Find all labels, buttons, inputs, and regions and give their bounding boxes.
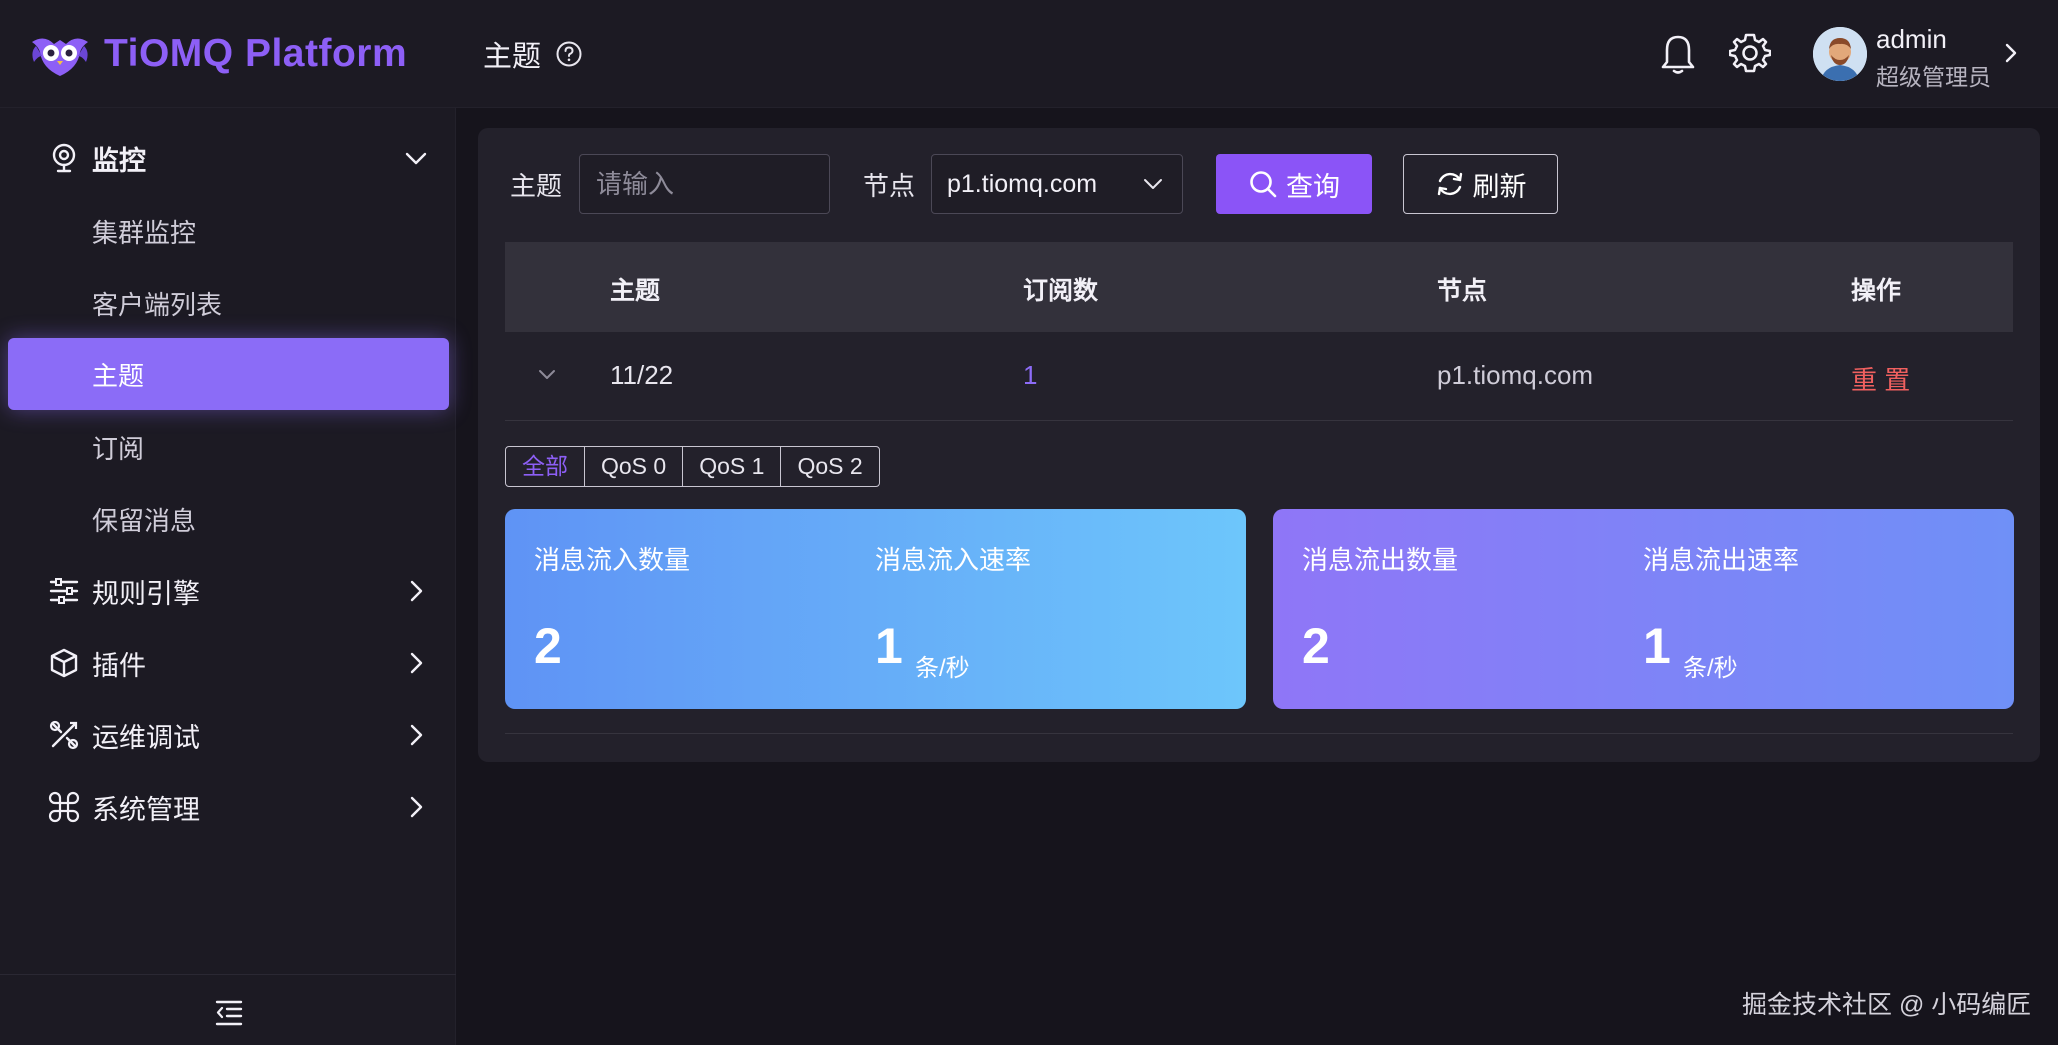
chevron-right-icon: [410, 724, 423, 746]
outbound-count-value: 2: [1302, 618, 1330, 674]
column-header-subscriptions: 订阅数: [1023, 277, 1099, 305]
user-role: 超级管理员: [1876, 64, 1991, 90]
reset-action-link[interactable]: 重 置: [1851, 360, 1910, 397]
panel-divider: [505, 733, 2013, 734]
sidebar-item-subscriptions[interactable]: 订阅: [8, 411, 449, 483]
command-icon: [48, 791, 80, 823]
sidebar-group-label: 插件: [92, 650, 146, 681]
outbound-rate-unit: 条/秒: [1683, 655, 1738, 682]
outbound-count-label: 消息流出数量: [1302, 545, 1459, 575]
qos-tab-2[interactable]: QoS 2: [781, 447, 878, 486]
cell-topic: 11/22: [610, 360, 674, 390]
sidebar-item-label: 订阅: [92, 433, 145, 464]
qos-tab-0[interactable]: QoS 0: [585, 447, 684, 486]
watermark: 掘金技术社区 @ 小码编匠: [1742, 991, 2032, 1019]
monitor-camera-icon: [52, 143, 76, 173]
inbound-rate-unit: 条/秒: [915, 655, 970, 682]
table-row: 11/22 1 p1.tiomq.com 重 置: [505, 332, 2013, 421]
bell-icon[interactable]: [1658, 33, 1698, 75]
chevron-down-icon: [405, 152, 427, 165]
inbound-rate-value: 1: [875, 618, 903, 674]
inbound-count-value: 2: [534, 618, 562, 674]
node-select[interactable]: p1.tiomq.com: [931, 154, 1183, 214]
query-button[interactable]: 查询: [1216, 154, 1372, 214]
topic-filter-label: 主题: [510, 171, 563, 201]
table-header: 主题 订阅数 节点 操作: [505, 242, 2013, 332]
avatar-person-icon: [1813, 27, 1867, 81]
sidebar-group-system-admin[interactable]: 系统管理: [0, 771, 456, 843]
node-filter-label: 节点: [863, 171, 916, 201]
tools-icon: [49, 720, 79, 750]
sidebar-group-label: 系统管理: [92, 794, 200, 825]
user-name[interactable]: admin: [1876, 24, 1947, 55]
cell-subscriptions-link[interactable]: 1: [1023, 360, 1037, 391]
column-header-topic: 主题: [610, 277, 661, 305]
sidebar-group-label: 规则引擎: [92, 578, 200, 609]
outbound-rate-label: 消息流出速率: [1643, 545, 1800, 575]
sidebar-footer: [0, 974, 456, 1045]
sidebar-item-label: 主题: [92, 360, 145, 391]
sidebar-group-label: 监控: [92, 145, 146, 176]
chevron-right-icon[interactable]: [2000, 40, 2022, 66]
sidebar-item-topics[interactable]: 主题: [8, 338, 449, 410]
sidebar-group-rule-engine[interactable]: 规则引擎: [0, 555, 456, 627]
sidebar-group-label: 运维调试: [92, 722, 200, 753]
query-button-label: 查询: [1286, 171, 1340, 202]
sidebar-group-monitor[interactable]: 监控: [0, 122, 456, 194]
help-circle-icon[interactable]: [555, 40, 583, 68]
page-title-text: 主题: [483, 41, 542, 73]
chevron-right-icon: [410, 580, 423, 602]
column-header-actions: 操作: [1851, 277, 1902, 305]
search-icon: [1250, 171, 1277, 198]
page-title: 主题: [483, 33, 583, 75]
node-select-value: p1.tiomq.com: [947, 170, 1098, 198]
expand-row-chevron-icon[interactable]: [537, 368, 557, 382]
refresh-icon: [1437, 172, 1462, 196]
stats-card-outbound: 消息流出数量 2 消息流出速率 1 条/秒: [1273, 509, 2014, 709]
collapse-sidebar-icon[interactable]: [214, 999, 244, 1027]
sidebar-group-plugins[interactable]: 插件: [0, 627, 456, 699]
topic-search-input[interactable]: 请输入: [579, 154, 830, 214]
stats-card-inbound: 消息流入数量 2 消息流入速率 1 条/秒: [505, 509, 1246, 709]
outbound-rate-value: 1: [1643, 618, 1671, 674]
column-header-node: 节点: [1437, 277, 1488, 305]
sidebar-item-label: 集群监控: [92, 217, 197, 248]
qos-tab-all[interactable]: 全部: [506, 447, 585, 486]
user-avatar[interactable]: [1813, 27, 1867, 81]
refresh-button[interactable]: 刷新: [1403, 154, 1558, 214]
inbound-count-label: 消息流入数量: [534, 545, 691, 575]
sidebar-item-label: 客户端列表: [92, 289, 223, 320]
sidebar-group-ops-debug[interactable]: 运维调试: [0, 699, 456, 771]
sidebar-item-cluster-monitor[interactable]: 集群监控: [8, 195, 449, 267]
sliders-icon: [49, 578, 79, 604]
sidebar-item-label: 保留消息: [92, 505, 197, 536]
qos-tab-1[interactable]: QoS 1: [683, 447, 782, 486]
settings-gear-icon[interactable]: [1729, 32, 1771, 74]
sidebar-item-retained-messages[interactable]: 保留消息: [8, 483, 449, 555]
refresh-button-label: 刷新: [1472, 171, 1527, 202]
inbound-rate-label: 消息流入速率: [875, 545, 1032, 575]
qos-filter-group: 全部 QoS 0 QoS 1 QoS 2: [505, 446, 880, 487]
cube-icon: [50, 648, 78, 678]
chevron-down-icon: [1144, 179, 1162, 189]
chevron-right-icon: [410, 652, 423, 674]
sidebar-item-client-list[interactable]: 客户端列表: [8, 267, 449, 339]
chevron-right-icon: [410, 796, 423, 818]
sidebar-menu: 监控 集群监控 客户端列表 主题 订阅 保留消息 规则引擎 插件 运维调试 系统…: [0, 0, 456, 1045]
cell-node: p1.tiomq.com: [1437, 360, 1594, 390]
